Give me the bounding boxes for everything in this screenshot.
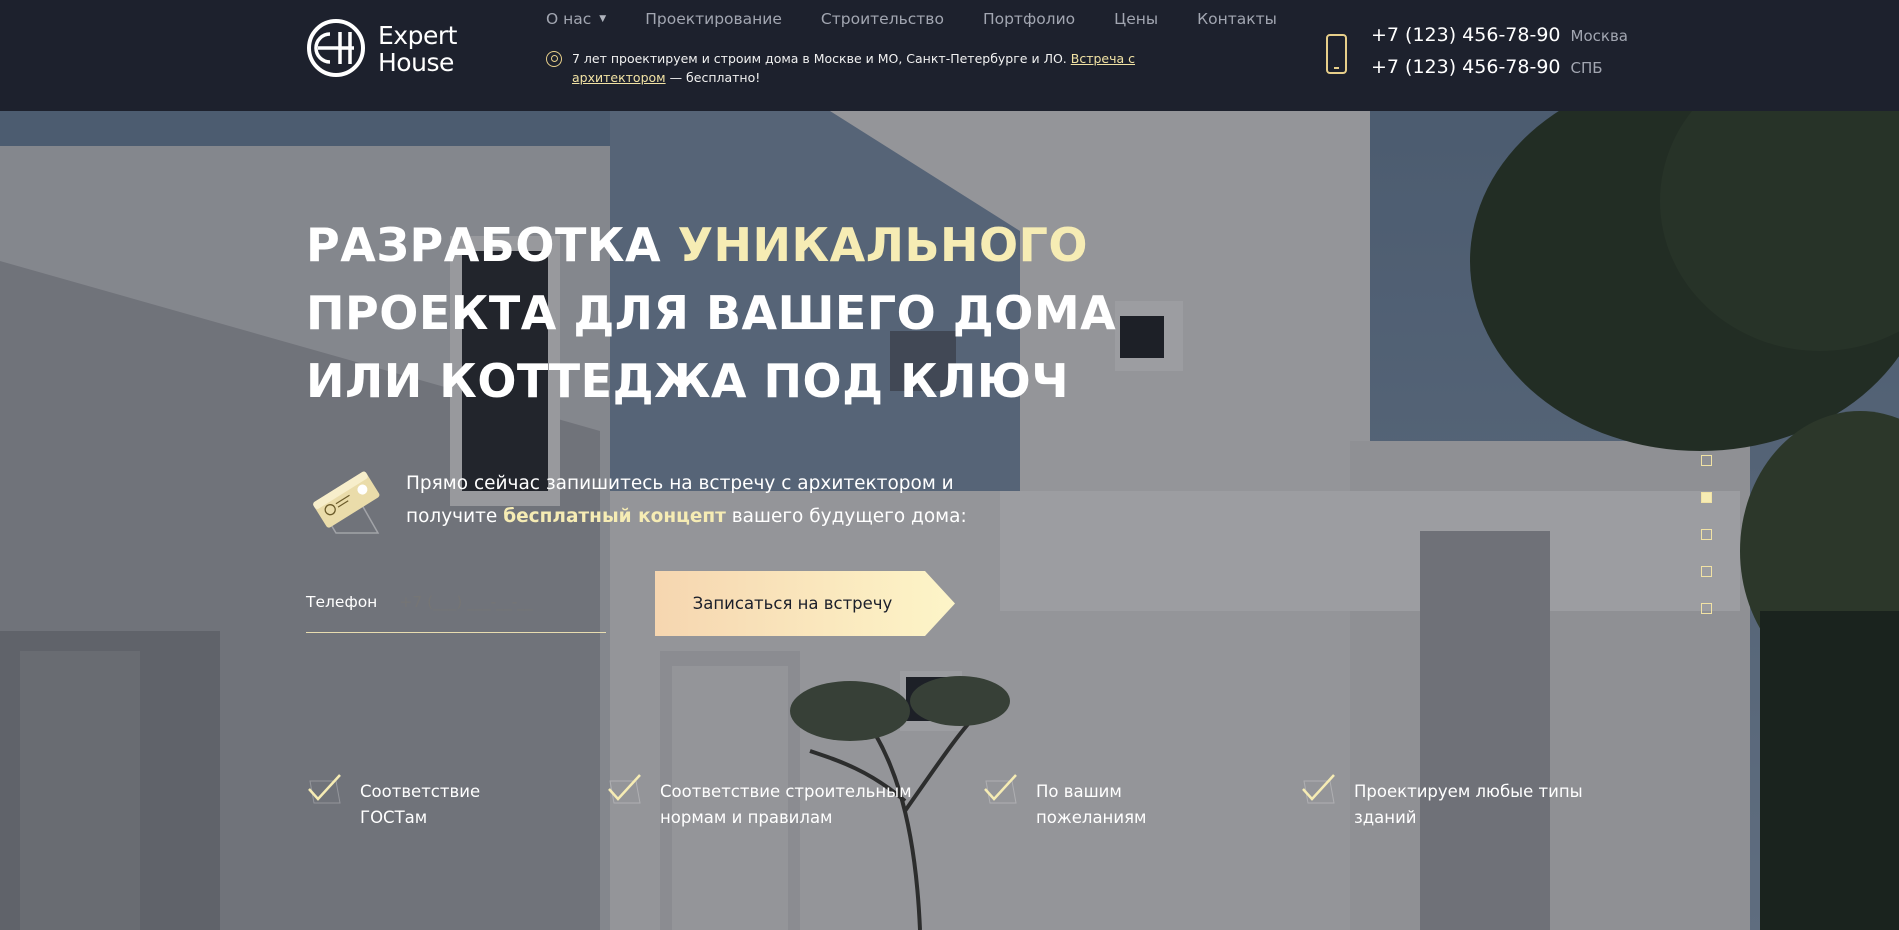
price-tag-icon: [313, 471, 380, 534]
feature-line-2: зданий: [1354, 808, 1417, 827]
header-notice: 7 лет проектируем и строим дома в Москве…: [546, 49, 1226, 87]
phone-field: Телефон: [306, 571, 606, 633]
lead-highlight: бесплатный концепт: [503, 506, 726, 527]
notice-main: 7 лет проектируем и строим дома в Москве…: [572, 51, 1067, 66]
slider-pagination: [1701, 455, 1713, 640]
phone-row-moscow: +7 (123) 456-78-90 Москва: [1371, 24, 1628, 56]
book-meeting-button[interactable]: Записаться на встречу: [655, 571, 961, 636]
notice-text: 7 лет проектируем и строим дома в Москве…: [572, 49, 1226, 87]
nav-item-contacts[interactable]: Контакты: [1197, 8, 1277, 30]
nav-label: Строительство: [820, 10, 944, 28]
lead-line-1: Прямо сейчас запишитесь на встречу с арх…: [406, 473, 954, 494]
title-part-1: РАЗРАБОТКА: [306, 218, 678, 272]
feature-text: Проектируем любые типы зданий: [1354, 779, 1583, 831]
phone-number-spb[interactable]: +7 (123) 456-78-90: [1371, 56, 1561, 78]
phone-list: +7 (123) 456-78-90 Москва +7 (123) 456-7…: [1371, 24, 1628, 88]
phone-city-spb: СПБ: [1570, 59, 1603, 77]
title-line-2: ПРОЕКТА ДЛЯ ВАШЕГО ДОМА: [306, 286, 1117, 340]
checkmark-icon: [308, 774, 341, 804]
feature-text: По вашим пожеланиям: [1036, 779, 1146, 831]
nav-label: Контакты: [1197, 10, 1277, 28]
nav-label: Проектирование: [645, 10, 782, 28]
slider-dot-4[interactable]: [1701, 566, 1712, 577]
book-meeting-label: Записаться на встречу: [692, 594, 893, 613]
feature-line-1: Соответствие: [360, 782, 481, 801]
feature-item: Проектируем любые типы зданий: [1300, 773, 1583, 831]
hero-lead: Прямо сейчас запишитесь на встречу с арх…: [306, 463, 967, 541]
lead-line-2-prefix: получите: [406, 506, 504, 527]
logo-mark-icon: [307, 19, 365, 77]
main-nav: О нас ▼ Проектирование Строительство Пор…: [546, 8, 1316, 30]
nav-label: Портфолио: [982, 10, 1076, 28]
checkmark-icon: [1302, 774, 1335, 804]
hero-title: РАЗРАБОТКА УНИКАЛЬНОГО ПРОЕКТА ДЛЯ ВАШЕГ…: [306, 211, 1116, 415]
slider-dot-1[interactable]: [1701, 455, 1712, 466]
feature-line-1: Проектируем любые типы: [1354, 782, 1583, 801]
feature-item: По вашим пожеланиям: [982, 773, 1146, 831]
feature-item: Соответствие строительным нормам и правил…: [606, 773, 912, 831]
lead-line-2-suffix: вашего будущего дома:: [725, 506, 967, 527]
logo-line-1: Expert: [378, 21, 457, 50]
phone-row-spb: +7 (123) 456-78-90 СПБ: [1371, 56, 1628, 88]
notice-tail: — бесплатно!: [669, 70, 761, 85]
feature-text: Соответствие ГОСТам: [360, 779, 480, 831]
title-line-3: ИЛИ КОТТЕДЖА ПОД КЛЮЧ: [306, 354, 1070, 408]
logo-text: Expert House: [378, 22, 457, 76]
phone-input[interactable]: [399, 592, 600, 611]
hero-section: РАЗРАБОТКА УНИКАЛЬНОГО ПРОЕКТА ДЛЯ ВАШЕГ…: [0, 111, 1899, 930]
nav-item-construction[interactable]: Строительство: [821, 8, 944, 30]
feature-line-2: пожеланиям: [1036, 808, 1147, 827]
phone-field-label: Телефон: [306, 592, 378, 611]
nav-label: О нас: [546, 10, 592, 28]
smartphone-icon: [1326, 34, 1347, 74]
caret-down-icon: ▼: [599, 14, 607, 24]
logo-line-2: House: [378, 48, 454, 77]
feature-line-2: нормам и правилам: [660, 808, 833, 827]
nav-item-prices[interactable]: Цены: [1114, 8, 1158, 30]
nav-item-design[interactable]: Проектирование: [645, 8, 782, 30]
feature-item: Соответствие ГОСТам: [306, 773, 480, 831]
checkmark-icon: [608, 774, 641, 804]
title-highlight: УНИКАЛЬНОГО: [677, 218, 1089, 272]
lead-text: Прямо сейчас запишитесь на встречу с арх…: [406, 467, 967, 541]
feature-line-1: По вашим: [1036, 782, 1122, 801]
nav-item-about[interactable]: О нас ▼: [546, 8, 606, 30]
phone-number-moscow[interactable]: +7 (123) 456-78-90: [1371, 24, 1561, 46]
feature-text: Соответствие строительным нормам и правил…: [660, 779, 912, 831]
feature-line-1: Соответствие строительным: [660, 782, 912, 801]
nav-item-portfolio[interactable]: Портфолио: [983, 8, 1075, 30]
feature-line-2: ГОСТам: [360, 808, 428, 827]
badge-icon: [546, 51, 562, 67]
logo[interactable]: Expert House: [306, 18, 466, 82]
nav-label: Цены: [1114, 10, 1159, 28]
slider-dot-2[interactable]: [1701, 492, 1712, 503]
site-header: Expert House О нас ▼ Проектирование Стро…: [0, 0, 1899, 111]
checkmark-icon: [984, 774, 1017, 804]
slider-dot-3[interactable]: [1701, 529, 1712, 540]
slider-dot-5[interactable]: [1701, 603, 1712, 614]
phone-city-moscow: Москва: [1570, 27, 1628, 45]
